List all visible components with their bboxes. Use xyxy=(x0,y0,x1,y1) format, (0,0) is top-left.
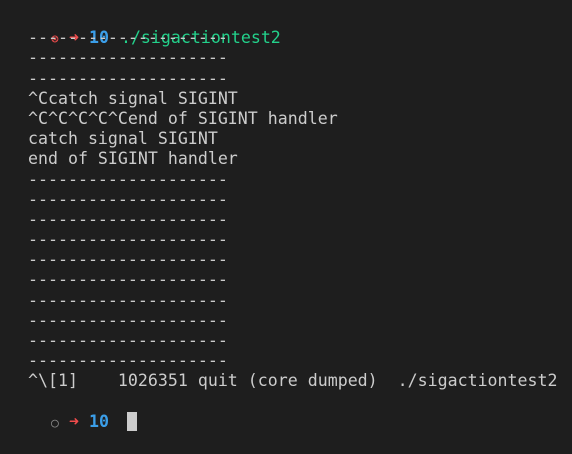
output-line: -------------------- xyxy=(28,290,228,310)
output-line: -------------------- xyxy=(28,270,228,290)
prompt-arrow-icon: ➜ xyxy=(68,411,79,431)
output-line: -------------------- xyxy=(28,209,228,229)
output-line: catch signal SIGINT xyxy=(28,129,218,149)
neutral-status-icon: ○ xyxy=(51,415,59,431)
output-line: -------------------- xyxy=(28,68,228,88)
output-line: -------------------- xyxy=(28,230,228,250)
prompt-line: ⊗ ➜ 10 ./sigactiontest2 xyxy=(0,8,572,47)
output-line: -------------------- xyxy=(28,310,228,330)
output-line: -------------------- xyxy=(28,169,228,189)
output-line: -------------------- xyxy=(28,351,228,371)
job-status-line: ^\[1] 1026351 quit (core dumped) ./sigac… xyxy=(28,371,558,391)
current-directory: 10 xyxy=(88,411,109,431)
output-line: ^Ccatch signal SIGINT xyxy=(28,88,238,108)
output-line: ^C^C^C^C^Cend of SIGINT handler xyxy=(28,108,338,128)
text-cursor[interactable] xyxy=(126,411,137,431)
terminal-window[interactable]: ⊗ ➜ 10 ./sigactiontest2 -------------------… xyxy=(0,0,572,431)
output-line: -------------------- xyxy=(28,331,228,350)
output-line: -------------------- xyxy=(28,250,228,270)
output-line: end of SIGINT handler xyxy=(28,149,238,169)
output-line: -------------------- xyxy=(28,189,228,209)
prompt-line: ○ ➜ 10 xyxy=(0,392,572,431)
output-line: -------------------- xyxy=(28,48,228,68)
output-line: -------------------- xyxy=(28,28,228,48)
